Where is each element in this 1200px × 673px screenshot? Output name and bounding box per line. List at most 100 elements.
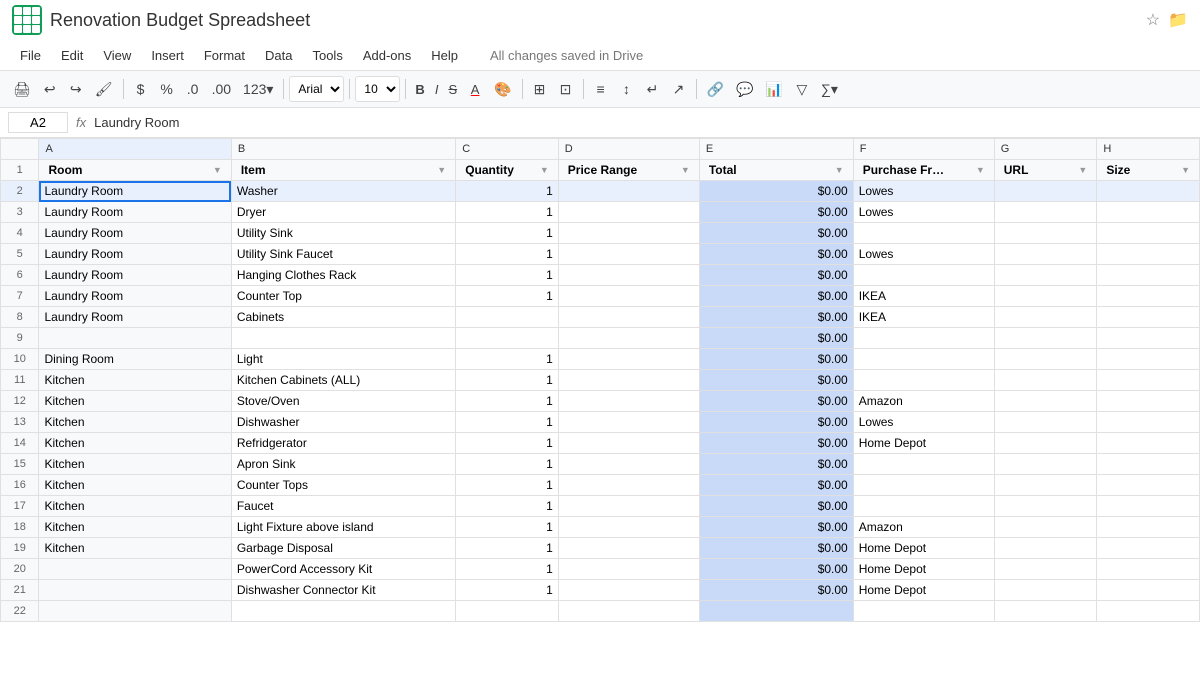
cell[interactable]: $0.00 (699, 307, 853, 328)
cell[interactable]: $0.00 (699, 454, 853, 475)
cell[interactable] (39, 601, 231, 622)
cell[interactable] (1097, 538, 1200, 559)
cell[interactable] (39, 559, 231, 580)
decimal-more-btn[interactable]: .00 (207, 75, 236, 103)
cell[interactable]: 1 (456, 454, 559, 475)
cell[interactable]: Dishwasher (231, 412, 455, 433)
cell[interactable]: $0.00 (699, 517, 853, 538)
print-btn[interactable]: 🖨 (8, 75, 36, 103)
cell[interactable] (853, 223, 994, 244)
cell[interactable]: Home Depot (853, 580, 994, 601)
cell[interactable] (994, 454, 1097, 475)
cell[interactable] (994, 202, 1097, 223)
cell[interactable] (994, 370, 1097, 391)
font-select[interactable]: Arial (289, 76, 344, 102)
cell[interactable] (456, 328, 559, 349)
cell[interactable] (558, 496, 699, 517)
cell[interactable]: $0.00 (699, 349, 853, 370)
function-btn[interactable]: ∑▾ (816, 75, 843, 103)
highlight-btn[interactable]: 🎨 (489, 75, 516, 103)
menu-insert[interactable]: Insert (143, 46, 192, 65)
cell[interactable] (1097, 181, 1200, 202)
cell[interactable] (558, 601, 699, 622)
cell[interactable]: Laundry Room (39, 181, 231, 202)
cell[interactable]: Home Depot (853, 433, 994, 454)
cell[interactable]: Dryer (231, 202, 455, 223)
cell[interactable] (994, 223, 1097, 244)
cell[interactable]: PowerCord Accessory Kit (231, 559, 455, 580)
italic-btn[interactable]: I (431, 75, 443, 103)
cell[interactable] (853, 349, 994, 370)
col-header-g[interactable]: G (994, 139, 1097, 160)
cell[interactable]: 1 (456, 496, 559, 517)
cell[interactable]: Lowes (853, 244, 994, 265)
undo-btn[interactable]: ↩ (38, 75, 62, 103)
cell[interactable]: 1 (456, 391, 559, 412)
cell[interactable]: Stove/Oven (231, 391, 455, 412)
cell[interactable]: Counter Top (231, 286, 455, 307)
cell[interactable]: Counter Tops (231, 475, 455, 496)
cell-reference[interactable] (8, 112, 68, 133)
cell[interactable] (1097, 328, 1200, 349)
cell[interactable]: 1 (456, 538, 559, 559)
cell[interactable]: Kitchen (39, 496, 231, 517)
cell[interactable]: Dining Room (39, 349, 231, 370)
cell[interactable] (994, 538, 1097, 559)
cell[interactable]: Lowes (853, 181, 994, 202)
cell[interactable]: Light (231, 349, 455, 370)
cell[interactable] (558, 538, 699, 559)
cell[interactable] (994, 412, 1097, 433)
merge-btn[interactable]: ⊡ (554, 75, 578, 103)
chart-btn[interactable]: 📊 (760, 75, 787, 103)
cell[interactable]: Utility Sink (231, 223, 455, 244)
cell[interactable]: Laundry Room (39, 202, 231, 223)
col-header-h[interactable]: H (1097, 139, 1200, 160)
cell[interactable]: $0.00 (699, 328, 853, 349)
cell[interactable] (558, 454, 699, 475)
menu-format[interactable]: Format (196, 46, 253, 65)
cell[interactable] (994, 349, 1097, 370)
folder-icon[interactable]: 📁 (1168, 10, 1188, 30)
cell[interactable] (1097, 496, 1200, 517)
menu-tools[interactable]: Tools (304, 46, 350, 65)
paint-format-btn[interactable]: 🖌 (90, 75, 118, 103)
cell[interactable] (1097, 286, 1200, 307)
cell[interactable] (853, 454, 994, 475)
cell[interactable] (994, 601, 1097, 622)
cell[interactable]: Kitchen Cabinets (ALL) (231, 370, 455, 391)
cell[interactable]: Laundry Room (39, 286, 231, 307)
cell[interactable] (558, 433, 699, 454)
redo-btn[interactable]: ↪ (64, 75, 88, 103)
cell[interactable]: 1 (456, 223, 559, 244)
col-header-a[interactable]: A (39, 139, 231, 160)
cell[interactable]: Apron Sink (231, 454, 455, 475)
cell[interactable] (994, 559, 1097, 580)
cell[interactable]: Home Depot (853, 559, 994, 580)
cell[interactable]: $0.00 (699, 202, 853, 223)
cell[interactable]: Purchase Fr…▼ (853, 160, 994, 181)
cell[interactable]: Refridgerator (231, 433, 455, 454)
cell[interactable] (558, 475, 699, 496)
cell[interactable]: $0.00 (699, 286, 853, 307)
cell[interactable] (994, 265, 1097, 286)
cell[interactable] (994, 286, 1097, 307)
menu-data[interactable]: Data (257, 46, 300, 65)
star-icon[interactable]: ☆ (1146, 10, 1160, 30)
bold-btn[interactable]: B (411, 75, 428, 103)
decimal-less-btn[interactable]: .0 (181, 75, 205, 103)
cell[interactable]: Laundry Room (39, 265, 231, 286)
cell[interactable]: IKEA (853, 286, 994, 307)
cell[interactable] (558, 223, 699, 244)
cell[interactable]: $0.00 (699, 244, 853, 265)
cell[interactable]: Dishwasher Connector Kit (231, 580, 455, 601)
cell[interactable] (39, 328, 231, 349)
cell[interactable]: Kitchen (39, 412, 231, 433)
cell[interactable]: Kitchen (39, 475, 231, 496)
menu-help[interactable]: Help (423, 46, 466, 65)
cell[interactable]: Lowes (853, 202, 994, 223)
cell[interactable]: Amazon (853, 517, 994, 538)
cell[interactable]: $0.00 (699, 412, 853, 433)
cell[interactable] (1097, 454, 1200, 475)
link-btn[interactable]: 🔗 (702, 75, 729, 103)
menu-addons[interactable]: Add-ons (355, 46, 419, 65)
